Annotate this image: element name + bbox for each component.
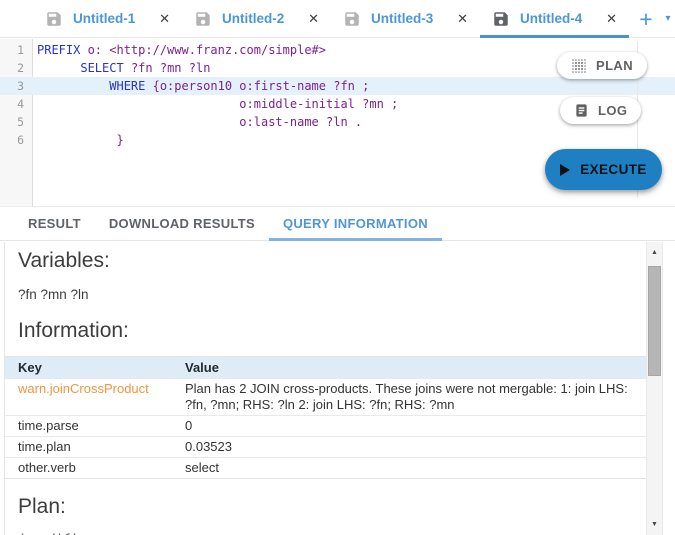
- variables-heading: Variables:: [18, 249, 646, 273]
- scroll-down-icon[interactable]: ▼: [647, 521, 662, 528]
- table-row: time.parse0: [5, 416, 646, 437]
- execute-button-label: EXECUTE: [580, 162, 647, 177]
- close-icon[interactable]: ✕: [606, 12, 617, 25]
- tab-label: Untitled-2: [222, 11, 298, 26]
- results-tab-query-information[interactable]: QUERY INFORMATION: [269, 207, 442, 240]
- line-number: 6: [0, 131, 33, 149]
- information-table: KeyValue warn.joinCrossProductPlan has 2…: [5, 356, 646, 479]
- variables-value: ?fn ?mn ?ln: [18, 287, 646, 302]
- line-number: 4: [0, 95, 33, 113]
- save-icon: [194, 10, 212, 28]
- tab-label: Untitled-3: [371, 11, 447, 26]
- column-header: Key: [5, 357, 185, 379]
- line-number: 3: [0, 77, 33, 95]
- code-line[interactable]: 6 }: [0, 131, 675, 149]
- scrollbar-thumb[interactable]: [648, 266, 661, 376]
- plan-button[interactable]: PLAN: [557, 52, 647, 79]
- tab-label: Untitled-1: [73, 11, 149, 26]
- code-text: }: [33, 131, 124, 149]
- save-icon: [343, 10, 361, 28]
- information-table-head: KeyValue: [5, 357, 646, 379]
- close-icon[interactable]: ✕: [457, 12, 468, 25]
- column-header: Value: [185, 357, 646, 379]
- line-number: 2: [0, 59, 33, 77]
- code-line[interactable]: 3 WHERE {o:person10 o:first-name ?fn ;: [0, 77, 675, 95]
- tab-label: Untitled-4: [520, 11, 596, 26]
- plan-output: (:modifiers :project ?fn ?mn ?ln: [18, 529, 646, 535]
- key-cell: time.plan: [5, 437, 185, 458]
- table-row: other.verbselect: [5, 458, 646, 479]
- code-text: SELECT ?fn ?mn ?ln: [33, 59, 210, 77]
- plan-button-label: PLAN: [596, 58, 633, 73]
- value-cell: select: [185, 458, 646, 479]
- code-text: o:last-name ?ln .: [33, 113, 362, 131]
- editor-tab-untitled-3[interactable]: Untitled-3 ✕: [331, 0, 480, 37]
- editor-tab-untitled-1[interactable]: Untitled-1 ✕: [33, 0, 182, 37]
- results-tab-result[interactable]: RESULT: [14, 207, 95, 240]
- close-icon[interactable]: ✕: [308, 12, 319, 25]
- key-cell: warn.joinCrossProduct: [5, 379, 185, 416]
- grid-dots-icon: [571, 58, 587, 74]
- play-icon: [560, 164, 570, 176]
- value-cell: Plan has 2 JOIN cross-products. These jo…: [185, 379, 646, 416]
- information-table-body: warn.joinCrossProductPlan has 2 JOIN cro…: [5, 379, 646, 479]
- tab-menu-caret-icon[interactable]: ▾: [661, 13, 675, 27]
- table-row: time.plan0.03523: [5, 437, 646, 458]
- close-icon[interactable]: ✕: [159, 12, 170, 25]
- log-button-label: LOG: [598, 103, 627, 118]
- code-text: o:middle-initial ?mn ;: [33, 95, 398, 113]
- editor-tab-untitled-2[interactable]: Untitled-2 ✕: [182, 0, 331, 37]
- log-button[interactable]: LOG: [560, 97, 641, 124]
- code-text: WHERE {o:person10 o:first-name ?fn ;: [33, 77, 369, 95]
- results-tab-download-results[interactable]: DOWNLOAD RESULTS: [95, 207, 269, 240]
- document-icon: [574, 103, 589, 118]
- new-tab-button[interactable]: +: [633, 5, 659, 33]
- value-cell: 0: [185, 416, 646, 437]
- results-tabbar: RESULTDOWNLOAD RESULTSQUERY INFORMATION: [0, 207, 675, 241]
- scroll-up-icon[interactable]: ▲: [647, 249, 662, 256]
- execute-button[interactable]: EXECUTE: [545, 149, 662, 190]
- save-icon: [45, 10, 63, 28]
- code-text: PREFIX o: <http://www.franz.com/simple#>: [33, 41, 326, 59]
- results-scrollbar[interactable]: ▲ ▼: [646, 242, 663, 535]
- editor-tab-untitled-4[interactable]: Untitled-4 ✕: [480, 0, 629, 37]
- query-information-panel: Variables: ?fn ?mn ?ln Information: KeyV…: [0, 242, 675, 535]
- editor-tabbar: Untitled-1✕Untitled-2✕Untitled-3✕Untitle…: [0, 0, 675, 38]
- key-cell: time.parse: [5, 416, 185, 437]
- editor-tabbar-tabs: Untitled-1✕Untitled-2✕Untitled-3✕Untitle…: [33, 0, 629, 37]
- save-icon: [492, 10, 510, 28]
- line-number: 1: [0, 41, 33, 59]
- table-row: warn.joinCrossProductPlan has 2 JOIN cro…: [5, 379, 646, 416]
- information-heading: Information:: [18, 319, 646, 343]
- plan-heading: Plan:: [18, 495, 646, 519]
- line-number: 5: [0, 113, 33, 131]
- value-cell: 0.03523: [185, 437, 646, 458]
- key-cell: other.verb: [5, 458, 185, 479]
